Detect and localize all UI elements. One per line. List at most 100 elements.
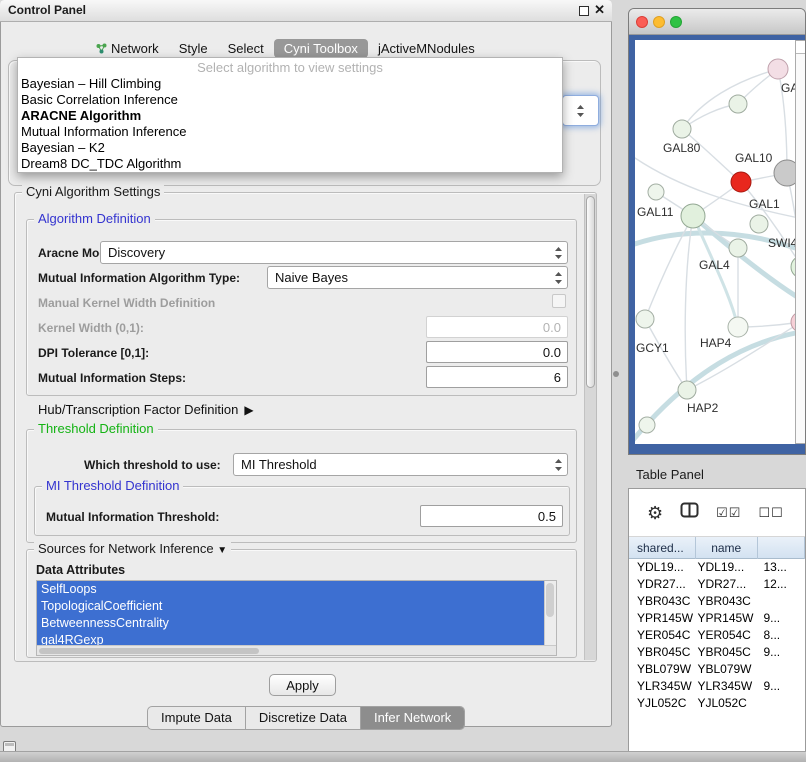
network-node[interactable]	[774, 160, 795, 186]
table-row[interactable]: YDL19...YDL19...13...	[629, 559, 805, 576]
network-node[interactable]	[728, 317, 748, 337]
table-row[interactable]: YBL079WYBL079W	[629, 661, 805, 678]
network-node[interactable]	[750, 215, 768, 233]
mi-steps-value: 6	[554, 370, 561, 385]
table-row[interactable]: YBR045CYBR045C9...	[629, 644, 805, 661]
panel-splitter-handle[interactable]	[613, 371, 619, 377]
table-cell: YDL19...	[695, 559, 757, 576]
deselect-all-checks-icon[interactable]: ☐☐	[758, 506, 783, 519]
tab-infer-network[interactable]: Infer Network	[360, 707, 464, 729]
kernel-width-field[interactable]: 0.0	[426, 316, 568, 338]
columns-icon[interactable]	[680, 502, 699, 523]
network-node[interactable]	[731, 172, 751, 192]
dropdown-item-dream8-dc-tdc-algorithm[interactable]: Dream8 DC_TDC Algorithm	[18, 156, 562, 172]
table-row[interactable]: YER054CYER054C8...	[629, 627, 805, 644]
close-icon[interactable]: ✕	[594, 2, 605, 18]
which-threshold-label: Which threshold to use:	[84, 458, 221, 472]
dropdown-item-bayesian-hill-climbing[interactable]: Bayesian – Hill Climbing	[18, 76, 562, 92]
tab-label: Network	[111, 41, 159, 56]
table-row[interactable]: YJL052CYJL052C	[629, 695, 805, 712]
apply-button[interactable]: Apply	[269, 674, 336, 696]
tab-impute-data[interactable]: Impute Data	[148, 707, 245, 729]
table-row[interactable]: YLR345WYLR345W9...	[629, 678, 805, 695]
attribute-item-betweennesscentrality[interactable]: BetweennessCentrality	[37, 615, 548, 632]
network-canvas-svg: GALGAL80GAL10GAL11GAL1SWI4GAL4GCY1HAP4HA…	[635, 40, 795, 444]
table-cell: YBR043C	[629, 593, 695, 610]
select-all-checks-icon[interactable]: ☑☑	[716, 506, 741, 519]
minimize-traffic-light-icon[interactable]	[653, 16, 665, 28]
table-row[interactable]: YPR145WYPR145W9...	[629, 610, 805, 627]
mi-steps-field[interactable]: 6	[426, 366, 568, 388]
which-threshold-select[interactable]: MI Threshold	[233, 453, 568, 476]
dropdown-item-bayesian-k2[interactable]: Bayesian – K2	[18, 140, 562, 156]
tab-cyni-toolbox[interactable]: Cyni Toolbox	[274, 39, 368, 58]
attributes-hscrollbar-thumb[interactable]	[39, 648, 259, 654]
tab-network[interactable]: Network	[86, 39, 169, 58]
hub-definition-header[interactable]: Hub/Transcription Factor Definition ▶	[38, 402, 254, 417]
attribute-item-topologicalcoefficient[interactable]: TopologicalCoefficient	[37, 598, 548, 615]
network-node-label: HAP4	[700, 336, 732, 350]
network-node[interactable]	[678, 381, 696, 399]
manual-kernel-checkbox[interactable]	[552, 294, 566, 308]
sources-group-title[interactable]: Sources for Network Inference ▼	[34, 541, 231, 556]
network-node[interactable]	[729, 239, 747, 257]
network-node[interactable]	[729, 95, 747, 113]
mi-threshold-group-title: MI Threshold Definition	[42, 478, 183, 493]
network-edge[interactable]	[682, 129, 741, 182]
manual-kernel-label: Manual Kernel Width Definition	[38, 296, 215, 310]
scroll-up-button[interactable]	[796, 41, 806, 54]
algorithm-combo-fragment[interactable]	[562, 95, 599, 126]
attribute-item-selfloops[interactable]: SelfLoops	[37, 581, 548, 598]
chevron-down-icon: ▼	[217, 545, 227, 556]
sources-title-text: Sources for Network Inference	[38, 541, 214, 556]
network-scrollbar[interactable]	[795, 40, 806, 444]
table-cell: 13...	[757, 559, 805, 576]
mi-threshold-field[interactable]: 0.5	[420, 505, 563, 527]
table-cell: YDR27...	[695, 576, 757, 593]
network-view-window: GALGAL80GAL10GAL11GAL1SWI4GAL4GCY1HAP4HA…	[628, 8, 806, 455]
close-traffic-light-icon[interactable]	[636, 16, 648, 28]
algorithm-dropdown-popup: Select algorithm to view settings Bayesi…	[17, 57, 563, 173]
network-node[interactable]	[639, 417, 655, 433]
table-cell: YBL079W	[695, 661, 757, 678]
network-canvas[interactable]: GALGAL80GAL10GAL11GAL1SWI4GAL4GCY1HAP4HA…	[635, 40, 795, 444]
column-header-col2[interactable]	[758, 537, 805, 559]
mi-type-select[interactable]: Naive Bayes	[267, 266, 568, 289]
network-node[interactable]	[636, 310, 654, 328]
combo-arrows-icon	[555, 459, 567, 471]
network-edge[interactable]	[685, 216, 693, 390]
attributes-hscrollbar[interactable]	[37, 645, 556, 655]
tab-select[interactable]: Select	[218, 39, 274, 58]
network-window-titlebar[interactable]	[629, 9, 805, 35]
network-node[interactable]	[681, 204, 705, 228]
zoom-traffic-light-icon[interactable]	[670, 16, 682, 28]
settings-scrollbar-thumb[interactable]	[586, 196, 595, 388]
column-header-shared[interactable]: shared...	[629, 537, 696, 559]
aracne-mode-select[interactable]: Discovery	[100, 241, 568, 264]
table-toolbar: ⚙ ☑☑ ☐☐	[629, 489, 805, 537]
gear-icon[interactable]: ⚙	[647, 504, 663, 522]
table-cell: YLR345W	[629, 678, 695, 695]
float-window-icon[interactable]	[579, 6, 589, 16]
column-header-name[interactable]: name	[696, 537, 758, 559]
control-panel-titlebar[interactable]: Control Panel ✕	[0, 0, 612, 22]
dropdown-item-aracne-algorithm[interactable]: ARACNE Algorithm	[18, 108, 562, 124]
network-node[interactable]	[648, 184, 664, 200]
attributes-scrollbar[interactable]	[544, 581, 556, 645]
tab-jactivemnodules[interactable]: jActiveMNodules	[368, 39, 485, 58]
attributes-scrollbar-thumb[interactable]	[546, 583, 554, 617]
dpi-tolerance-field[interactable]: 0.0	[426, 341, 568, 363]
network-node[interactable]	[768, 59, 788, 79]
table-row[interactable]: YDR27...YDR27...12...	[629, 576, 805, 593]
tab-discretize-data[interactable]: Discretize Data	[245, 707, 360, 729]
tab-style[interactable]: Style	[169, 39, 218, 58]
dropdown-item-basic-correlation-inference[interactable]: Basic Correlation Inference	[18, 92, 562, 108]
settings-scrollbar[interactable]	[584, 194, 596, 660]
control-panel-title: Control Panel	[8, 3, 86, 17]
network-node[interactable]	[673, 120, 691, 138]
top-tab-bar: Network StyleSelectCyni ToolboxjActiveMNo…	[86, 38, 485, 58]
table-row[interactable]: YBR043CYBR043C	[629, 593, 805, 610]
data-attributes-listbox[interactable]: SelfLoopsTopologicalCoefficientBetweenne…	[36, 580, 557, 656]
table-panel-window: ⚙ ☑☑ ☐☐ shared...name YDL19...YDL19...13…	[628, 488, 806, 762]
dropdown-item-mutual-information-inference[interactable]: Mutual Information Inference	[18, 124, 562, 140]
